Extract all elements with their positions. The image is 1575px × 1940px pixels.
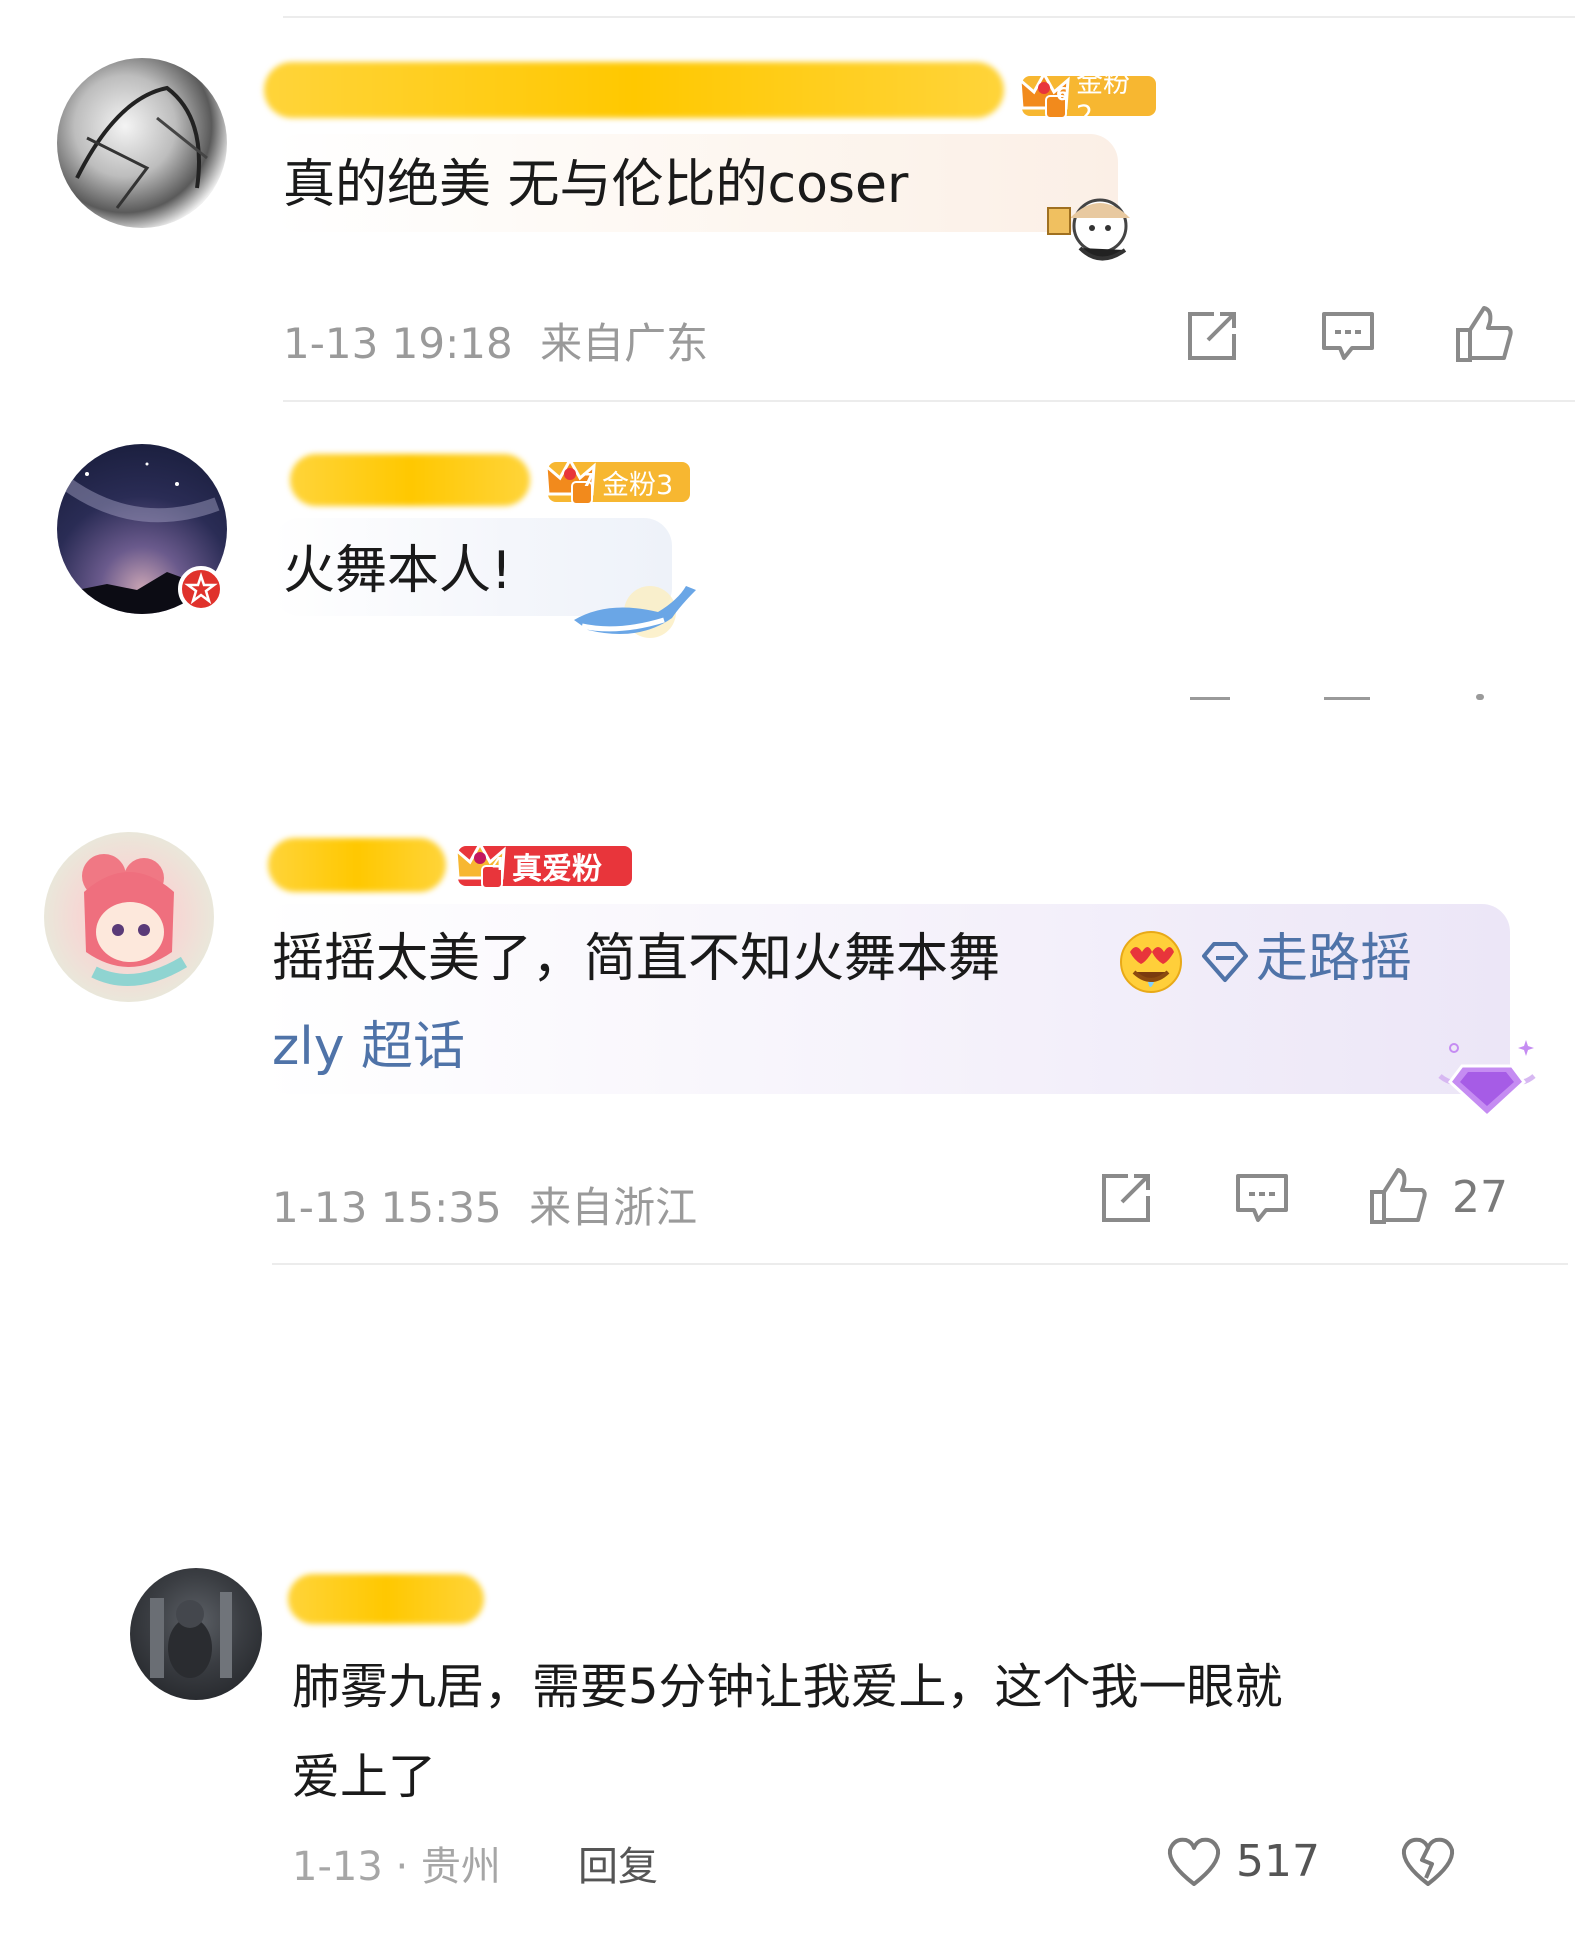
badge-level: 6 [1056, 84, 1069, 105]
avatar[interactable] [44, 832, 214, 1002]
username-redacted[interactable] [264, 62, 1004, 118]
badge-level: 4 [492, 854, 505, 875]
time-text: 1-13 15:35 [272, 1183, 502, 1232]
heart-icon[interactable] [1164, 1834, 1224, 1890]
whale-sticker-icon [574, 586, 696, 638]
comment-divider [272, 1263, 1568, 1265]
heart-eyes-emoji-icon [1120, 931, 1182, 993]
repost-icon[interactable] [1184, 308, 1240, 364]
repost-icon[interactable] [1098, 1170, 1154, 1226]
anime-girl-image [82, 854, 188, 986]
topic-link-line-2[interactable]: zly 超话 [272, 1016, 465, 1078]
like-icon[interactable] [1366, 1164, 1430, 1228]
username-redacted[interactable] [288, 1574, 484, 1624]
comment-text-line-1: 肺雾九居，需要5分钟让我爱上，这个我一眼就 [292, 1659, 1283, 1715]
dislike-icon[interactable] [1398, 1834, 1458, 1890]
username-redacted[interactable] [290, 454, 530, 506]
hidden-action-row [1180, 694, 1500, 700]
topic-link[interactable]: 走路摇 [1198, 928, 1412, 990]
like-icon[interactable] [1452, 302, 1516, 366]
comment-meta: 1-13 · 贵州 [292, 1844, 501, 1890]
super-fan-gem-icon [1438, 1040, 1536, 1119]
location-text: 来自浙江 [529, 1183, 698, 1232]
username-redacted[interactable] [268, 838, 446, 892]
avatar[interactable] [57, 58, 227, 228]
reply-button[interactable]: 回复 [578, 1834, 658, 1892]
comment-icon[interactable] [1318, 306, 1378, 366]
badge-label: 金粉2 [1076, 68, 1130, 131]
comment-text-line-1: 摇摇太美了，简直不知火舞本舞 [272, 928, 1000, 990]
badge-label: 真爱粉 [512, 852, 602, 887]
comment-text: 火舞本人! [283, 541, 512, 601]
badge-level: 7 [582, 470, 595, 491]
topic-text[interactable]: 走路摇 [1256, 929, 1412, 989]
sticker-icon [1047, 198, 1130, 261]
diamond-icon [1202, 942, 1248, 982]
top-divider [283, 16, 1575, 18]
comment-divider [283, 400, 1575, 402]
fan-badge: 7 金粉3 [544, 456, 690, 505]
comment-time: 1-13 15:35 来自浙江 [272, 1174, 697, 1235]
location-text: 来自广东 [540, 319, 709, 368]
like-count: 517 [1236, 1836, 1320, 1887]
comment-icon[interactable] [1232, 1168, 1292, 1228]
avatar[interactable] [130, 1568, 262, 1700]
comment-time: 1-13 19:18 来自广东 [283, 310, 708, 371]
dark-scene-image [150, 1592, 232, 1678]
fan-badge: 6 金粉2 [1018, 68, 1156, 131]
time-text: 1-13 19:18 [283, 319, 513, 368]
avatar-sketch [75, 85, 208, 209]
comment-text-line-2: 爱上了 [292, 1749, 437, 1805]
badge-label: 金粉3 [602, 469, 674, 501]
comment-text: 摇摇太美了，简直不知火舞本舞 [272, 929, 1001, 989]
star-icon [184, 572, 218, 605]
verified-badge [178, 566, 224, 612]
comment-text: 真的绝美 无与伦比的coser [283, 155, 909, 215]
like-count: 27 [1452, 1172, 1508, 1223]
fan-badge: 4 真爱粉 [454, 840, 632, 889]
